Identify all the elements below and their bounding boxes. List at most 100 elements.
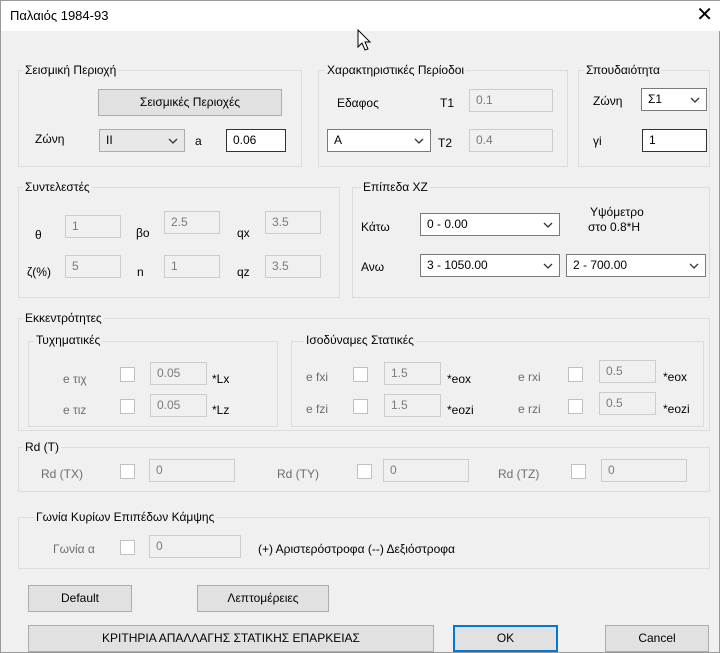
chevron-down-icon <box>414 138 424 144</box>
efxi-label: e fxi <box>306 370 329 384</box>
soil-select[interactable]: A <box>327 129 431 152</box>
etix-suffix: *Lx <box>212 372 230 386</box>
coefficients-group <box>18 187 340 298</box>
chevron-down-icon <box>690 97 700 103</box>
erxi-checkbox[interactable] <box>568 367 583 382</box>
angle-label: Γωνία α <box>53 542 95 556</box>
chevron-down-icon <box>168 138 178 144</box>
zone-select[interactable]: II <box>99 129 185 152</box>
rd-tz-input[interactable]: 0 <box>601 459 687 482</box>
erxi-suffix: *eox <box>663 370 688 384</box>
rd-ty-label: Rd (TY) <box>277 467 319 481</box>
rd-group-label: Rd (T) <box>23 440 61 454</box>
chevron-down-icon <box>543 263 553 269</box>
window-title: Παλαιός 1984-93 <box>10 8 109 23</box>
zone-label: Ζώνη <box>35 132 65 146</box>
title-bar[interactable]: Παλαιός 1984-93 ✕ <box>1 1 720 31</box>
rd-tz-label: Rd (TZ) <box>498 467 540 481</box>
importance-group-label: Σπουδαιότητα <box>584 63 662 77</box>
rd-tz-checkbox[interactable] <box>571 464 586 479</box>
t2-input[interactable]: 0.4 <box>469 129 553 152</box>
levels-group <box>352 187 710 298</box>
coefficients-group-label: Συντελεστές <box>23 180 92 194</box>
efzi-suffix: *eozi <box>447 403 474 417</box>
importance-group <box>578 70 710 167</box>
close-icon[interactable]: ✕ <box>696 4 713 26</box>
static-group-label: Ισοδύναμες Στατικές <box>304 333 416 347</box>
accidental-group-label: Τυχηματικές <box>34 333 103 347</box>
theta-input[interactable]: 1 <box>65 215 121 238</box>
qx-label: qx <box>237 226 250 240</box>
top-label: Ανω <box>361 260 385 274</box>
height-label-2: στο 0.8*Η <box>588 220 641 234</box>
n-input[interactable]: 1 <box>164 255 220 278</box>
gi-input[interactable]: 1 <box>642 129 707 152</box>
efxi-checkbox[interactable] <box>353 367 368 382</box>
efxi-suffix: *eox <box>447 372 472 386</box>
periods-group <box>318 70 568 167</box>
chevron-down-icon <box>689 263 699 269</box>
bending-group-label: Γωνία Κυρίων Επιπέδων Κάμψης <box>34 510 217 524</box>
theta-label: θ <box>35 228 42 242</box>
rd-ty-input[interactable]: 0 <box>383 459 469 482</box>
etiz-label: e τιz <box>63 403 87 417</box>
zeta-label: ζ(%) <box>27 265 51 279</box>
chevron-down-icon <box>543 222 553 228</box>
rd-tx-checkbox[interactable] <box>120 464 135 479</box>
soil-label: Εδαφος <box>337 96 379 110</box>
n-label: n <box>137 265 144 279</box>
erzi-label: e rzi <box>518 402 541 416</box>
default-button[interactable]: Default <box>28 585 132 612</box>
etix-input[interactable]: 0.05 <box>150 362 207 385</box>
t1-label: T1 <box>440 96 455 110</box>
seismic-area-group-label: Σεισμική Περιοχή <box>23 63 119 77</box>
qx-input[interactable]: 3.5 <box>265 211 321 234</box>
height-label-1: Υψόμετρο <box>590 205 644 219</box>
angle-note: (+) Αριστερόστροφα (--) Δεξιόστροφα <box>258 542 455 556</box>
etix-label: e τιχ <box>63 372 87 386</box>
ok-button[interactable]: OK <box>453 625 558 652</box>
bo-input[interactable]: 2.5 <box>164 211 220 234</box>
importance-zone-select[interactable]: Σ1 <box>641 88 707 111</box>
erxi-label: e rxi <box>518 370 541 384</box>
etiz-input[interactable]: 0.05 <box>150 394 207 417</box>
etix-checkbox[interactable] <box>120 367 135 382</box>
erzi-suffix: *eozi <box>663 402 690 416</box>
mouse-pointer-icon <box>357 29 372 51</box>
t2-label: T2 <box>438 136 453 150</box>
etiz-checkbox[interactable] <box>120 399 135 414</box>
top-level-select[interactable]: 3 - 1050.00 <box>420 254 560 277</box>
angle-input[interactable]: 0 <box>149 535 241 558</box>
etiz-suffix: *Lz <box>212 403 230 417</box>
efzi-label: e fzi <box>306 402 329 416</box>
zeta-input[interactable]: 5 <box>65 255 121 278</box>
angle-checkbox[interactable] <box>120 540 135 555</box>
criteria-button[interactable]: ΚΡΙΤΗΡΙΑ ΑΠΑΛΛΑΓΗΣ ΣΤΑΤΙΚΗΣ ΕΠΑΡΚΕΙΑΣ <box>28 625 434 652</box>
bo-label: βο <box>136 226 150 240</box>
rd-tx-input[interactable]: 0 <box>149 459 235 482</box>
rd-ty-checkbox[interactable] <box>357 464 372 479</box>
efzi-checkbox[interactable] <box>353 399 368 414</box>
efxi-input[interactable]: 1.5 <box>384 362 441 385</box>
levels-group-label: Επίπεδα XZ <box>361 180 430 194</box>
bottom-level-select[interactable]: 0 - 0.00 <box>420 213 560 236</box>
t1-input[interactable]: 0.1 <box>469 89 553 112</box>
qz-input[interactable]: 3.5 <box>265 255 321 278</box>
qz-label: qz <box>237 265 250 279</box>
dialog-window: Παλαιός 1984-93 ✕ Σεισμική Περιοχή Σεισμ… <box>0 0 720 653</box>
efzi-input[interactable]: 1.5 <box>384 394 441 417</box>
erzi-input[interactable]: 0.5 <box>599 392 656 415</box>
a-input[interactable]: 0.06 <box>226 129 286 152</box>
periods-group-label: Χαρακτηριστικές Περίοδοι <box>325 63 467 77</box>
details-button[interactable]: Λεπτομέρειες <box>197 585 329 612</box>
eccentricities-group-label: Εκκεντρότητες <box>23 311 104 325</box>
cancel-button[interactable]: Cancel <box>605 625 709 652</box>
rd-tx-label: Rd (TX) <box>41 467 83 481</box>
erzi-checkbox[interactable] <box>568 399 583 414</box>
seismic-areas-button[interactable]: Σεισμικές Περιοχές <box>98 89 282 116</box>
gi-label: γi <box>593 134 602 148</box>
importance-zone-label: Ζώνη <box>593 94 623 108</box>
bottom-label: Κάτω <box>361 220 390 234</box>
erxi-input[interactable]: 0.5 <box>599 360 656 383</box>
height-level-select[interactable]: 2 - 700.00 <box>566 254 706 277</box>
